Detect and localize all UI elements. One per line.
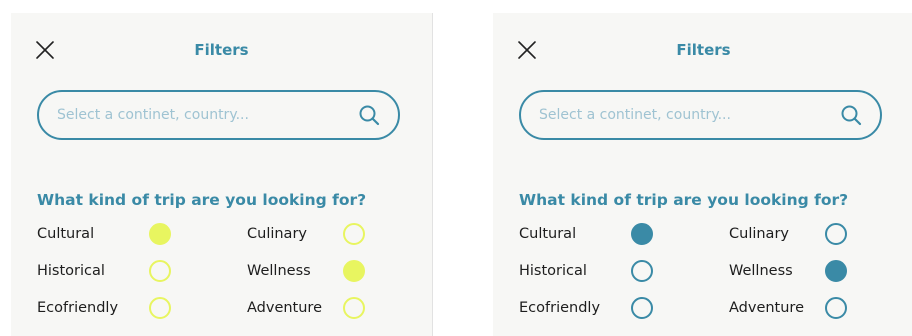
option-ecofriendly[interactable]: Ecofriendly — [37, 296, 187, 320]
panel-divider — [432, 13, 433, 336]
radio-button[interactable] — [631, 297, 653, 319]
option-label: Cultural — [37, 226, 95, 242]
radio-button[interactable] — [825, 223, 847, 245]
option-label: Culinary — [247, 226, 307, 242]
search-icon[interactable] — [358, 104, 380, 126]
option-culinary[interactable]: Culinary — [247, 222, 397, 246]
option-label: Cultural — [519, 226, 577, 242]
radio-button[interactable] — [149, 260, 171, 282]
search-field[interactable] — [519, 90, 882, 140]
option-cultural[interactable]: Cultural — [519, 222, 669, 246]
radio-button[interactable] — [343, 223, 365, 245]
filters-panel-teal: Filters What kind of trip are you lookin… — [493, 13, 912, 336]
option-label: Historical — [519, 263, 587, 279]
search-field[interactable] — [37, 90, 400, 140]
panel-title: Filters — [676, 41, 731, 59]
filters-panel-lime: Filters What kind of trip are you lookin… — [11, 13, 432, 336]
radio-button[interactable] — [149, 297, 171, 319]
radio-button[interactable] — [149, 223, 171, 245]
radio-button[interactable] — [343, 297, 365, 319]
option-adventure[interactable]: Adventure — [729, 296, 879, 320]
option-historical[interactable]: Historical — [519, 259, 669, 283]
option-label: Wellness — [729, 263, 793, 279]
option-label: Historical — [37, 263, 105, 279]
option-label: Adventure — [247, 300, 322, 316]
radio-button[interactable] — [343, 260, 365, 282]
option-label: Wellness — [247, 263, 311, 279]
search-icon[interactable] — [840, 104, 862, 126]
trip-type-question: What kind of trip are you looking for? — [519, 191, 849, 209]
search-input[interactable] — [57, 92, 347, 138]
radio-button[interactable] — [631, 223, 653, 245]
option-label: Culinary — [729, 226, 789, 242]
screen: Filters What kind of trip are you lookin… — [0, 0, 912, 336]
panel-title: Filters — [194, 41, 249, 59]
radio-button[interactable] — [825, 297, 847, 319]
option-label: Ecofriendly — [37, 300, 119, 316]
option-label: Ecofriendly — [519, 300, 601, 316]
option-adventure[interactable]: Adventure — [247, 296, 397, 320]
search-input[interactable] — [539, 92, 829, 138]
option-culinary[interactable]: Culinary — [729, 222, 879, 246]
option-label: Adventure — [729, 300, 804, 316]
option-cultural[interactable]: Cultural — [37, 222, 187, 246]
radio-button[interactable] — [631, 260, 653, 282]
option-ecofriendly[interactable]: Ecofriendly — [519, 296, 669, 320]
trip-type-question: What kind of trip are you looking for? — [37, 191, 367, 209]
option-historical[interactable]: Historical — [37, 259, 187, 283]
radio-button[interactable] — [825, 260, 847, 282]
option-wellness[interactable]: Wellness — [247, 259, 397, 283]
option-wellness[interactable]: Wellness — [729, 259, 879, 283]
